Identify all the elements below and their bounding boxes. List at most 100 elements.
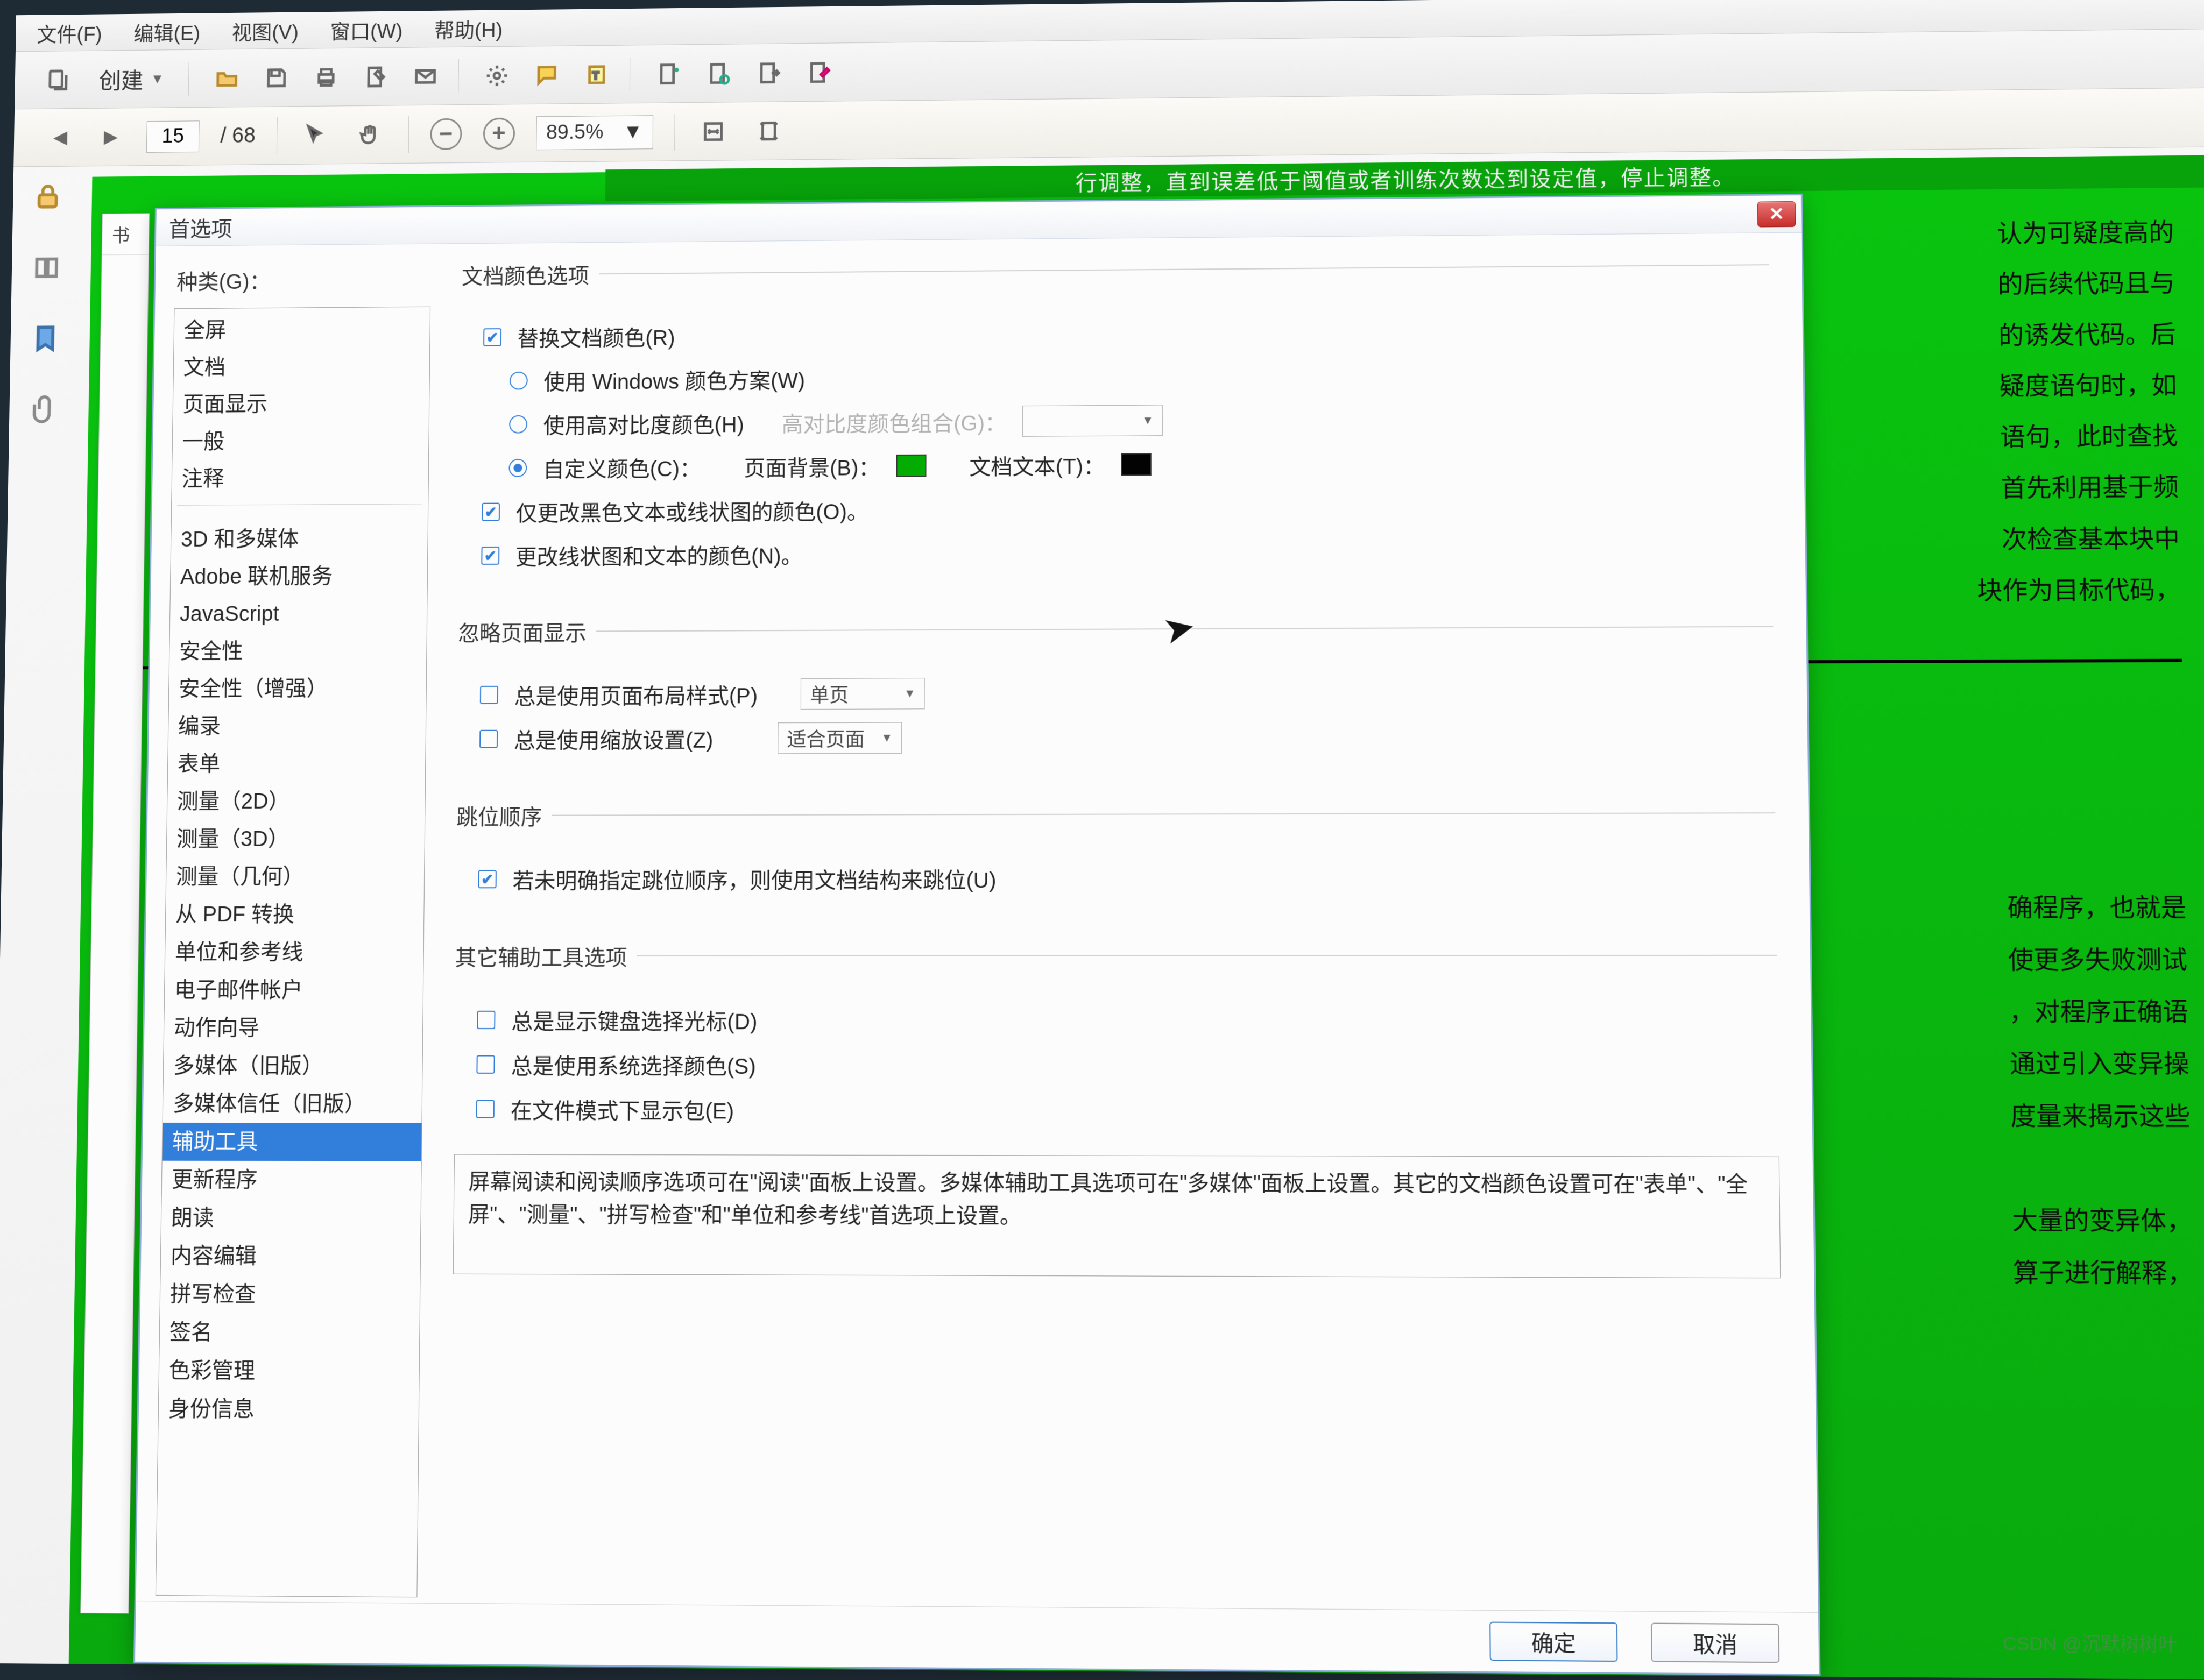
bookmark-icon[interactable] xyxy=(30,323,65,357)
section-title: 忽略页面显示 xyxy=(458,616,596,648)
pages-icon[interactable] xyxy=(32,253,66,287)
always-layout-checkbox[interactable] xyxy=(480,686,498,704)
doc-text: 确程序，也就是 xyxy=(2007,893,2187,921)
only-black-checkbox[interactable] xyxy=(482,503,500,521)
attachment-icon[interactable] xyxy=(29,394,63,428)
fit-width-icon[interactable] xyxy=(696,114,731,148)
category-item[interactable]: 测量（3D） xyxy=(167,820,425,858)
prev-page-button[interactable]: ◄ xyxy=(45,123,75,152)
page-number-input[interactable] xyxy=(146,120,200,153)
comment-icon[interactable] xyxy=(529,58,564,92)
sys-select-checkbox[interactable] xyxy=(476,1055,495,1074)
cancel-button[interactable]: 取消 xyxy=(1651,1622,1779,1663)
page-bg-label: 页面背景(B)： xyxy=(744,450,880,482)
lock-icon[interactable] xyxy=(33,182,67,216)
doc-text: 度量来揭示这些 xyxy=(2010,1101,2191,1130)
close-icon[interactable]: ✕ xyxy=(1757,201,1796,227)
use-windows-radio[interactable] xyxy=(510,372,528,390)
category-item[interactable]: 内容编辑 xyxy=(161,1237,421,1275)
category-item[interactable]: 表单 xyxy=(168,745,426,783)
doc-text: ，对程序正确语 xyxy=(2009,997,2188,1026)
dialog-footer: 确定 取消 xyxy=(135,1601,1819,1674)
category-item[interactable]: JavaScript xyxy=(170,594,427,633)
zoom-out-button[interactable]: − xyxy=(430,118,462,150)
category-item[interactable]: 朗读 xyxy=(161,1199,421,1237)
print-icon[interactable] xyxy=(309,60,343,94)
select-tool-icon[interactable] xyxy=(298,118,333,152)
always-zoom-checkbox[interactable] xyxy=(479,730,498,748)
svg-text:T: T xyxy=(592,70,599,81)
category-item[interactable]: 测量（2D） xyxy=(167,782,425,820)
page-nav-icon[interactable] xyxy=(701,56,736,90)
category-item[interactable]: 页面显示 xyxy=(173,385,429,423)
custom-color-radio[interactable] xyxy=(508,459,527,477)
mail-icon[interactable] xyxy=(408,59,443,93)
zoomset-combo-value: 适合页面 xyxy=(787,724,865,753)
category-item[interactable]: 多媒体信任（旧版） xyxy=(163,1085,422,1123)
next-page-button[interactable]: ► xyxy=(96,122,126,152)
zoom-combo[interactable]: 89.5% ▼ xyxy=(536,115,653,150)
category-item[interactable]: 更新程序 xyxy=(162,1161,421,1200)
ok-button[interactable]: 确定 xyxy=(1489,1621,1617,1662)
category-item[interactable]: 多媒体（旧版） xyxy=(164,1047,422,1085)
layout-combo[interactable]: 单页▼ xyxy=(801,678,925,710)
fit-page-icon[interactable] xyxy=(752,114,786,147)
page-extract-icon[interactable] xyxy=(751,56,786,90)
category-item[interactable]: 注释 xyxy=(172,459,428,498)
menu-help[interactable]: 帮助(H) xyxy=(434,13,503,43)
categories-list[interactable]: 全屏文档页面显示一般注释3D 和多媒体Adobe 联机服务JavaScript安… xyxy=(156,307,430,1598)
category-item[interactable]: 测量（几何） xyxy=(166,857,425,896)
category-item[interactable]: 辅助工具 xyxy=(163,1123,422,1161)
category-item[interactable]: 安全性（增强） xyxy=(169,669,426,707)
category-item[interactable]: Adobe 联机服务 xyxy=(171,557,427,596)
page-bg-swatch[interactable] xyxy=(896,455,926,477)
create-button[interactable]: 创建 ▼ xyxy=(90,63,173,96)
menu-file[interactable]: 文件(F) xyxy=(37,18,102,47)
doc-text-swatch[interactable] xyxy=(1121,453,1151,476)
category-item[interactable]: 色彩管理 xyxy=(159,1351,419,1391)
options-panel: 文档颜色选项 替换文档颜色(R) 使用 Windows 颜色方案(W) 使用高对… xyxy=(417,233,1818,1612)
use-hc-radio[interactable] xyxy=(509,415,527,434)
category-item[interactable]: 动作向导 xyxy=(164,1009,423,1047)
menu-edit[interactable]: 编辑(E) xyxy=(133,17,201,46)
page-edit-icon[interactable] xyxy=(801,55,836,89)
gear-icon[interactable] xyxy=(479,59,514,93)
menu-window[interactable]: 窗口(W) xyxy=(330,15,402,44)
zoomset-combo[interactable]: 适合页面▼ xyxy=(778,722,902,754)
bookmarks-tab[interactable]: 书 xyxy=(102,214,149,255)
tab-order-checkbox[interactable] xyxy=(478,870,497,888)
category-item[interactable]: 全屏 xyxy=(174,310,430,349)
layout-combo-value: 单页 xyxy=(810,680,849,708)
zoom-value: 89.5% xyxy=(546,121,604,144)
category-item[interactable]: 签名 xyxy=(159,1313,419,1352)
category-item[interactable]: 身份信息 xyxy=(158,1390,419,1429)
category-item[interactable]: 拼写检查 xyxy=(160,1275,420,1314)
change-line-checkbox[interactable] xyxy=(481,547,499,565)
open-icon[interactable] xyxy=(210,61,244,95)
only-black-label: 仅更改黑色文本或线状图的颜色(O)。 xyxy=(515,494,868,527)
chevron-down-icon: ▼ xyxy=(623,120,642,144)
save-icon[interactable] xyxy=(259,61,294,95)
chevron-down-icon: ▼ xyxy=(151,70,165,87)
sys-select-label: 总是使用系统选择颜色(S) xyxy=(511,1048,756,1080)
zoom-in-button[interactable]: + xyxy=(483,117,515,149)
replace-colors-checkbox[interactable] xyxy=(483,328,501,346)
use-hc-label: 使用高对比度颜色(H) xyxy=(543,407,744,440)
category-item[interactable]: 电子邮件帐户 xyxy=(165,971,423,1009)
category-item[interactable]: 编录 xyxy=(168,707,426,745)
category-item[interactable]: 3D 和多媒体 xyxy=(171,520,428,558)
category-item[interactable]: 单位和参考线 xyxy=(165,933,423,972)
highlight-icon[interactable]: T xyxy=(580,58,614,91)
edit-doc-icon[interactable] xyxy=(358,60,393,94)
menu-view[interactable]: 视图(V) xyxy=(232,16,299,45)
category-item[interactable]: 文档 xyxy=(173,348,429,386)
convert-icon[interactable] xyxy=(41,63,75,97)
show-caret-checkbox[interactable] xyxy=(477,1011,495,1029)
page-add-icon[interactable] xyxy=(651,56,686,90)
hand-tool-icon[interactable] xyxy=(353,118,387,152)
show-pkg-checkbox[interactable] xyxy=(476,1100,495,1118)
category-item[interactable]: 一般 xyxy=(172,422,428,460)
category-item[interactable]: 从 PDF 转换 xyxy=(166,896,424,934)
create-label: 创建 xyxy=(99,63,144,95)
category-item[interactable]: 安全性 xyxy=(169,632,427,670)
